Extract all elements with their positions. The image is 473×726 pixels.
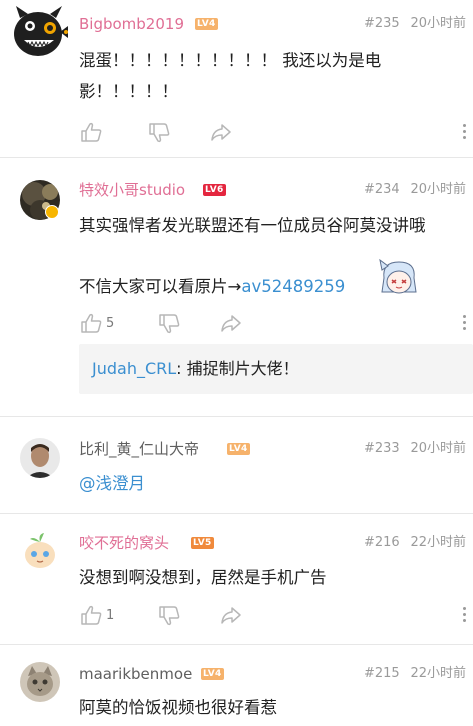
level-badge: LV4: [201, 668, 224, 680]
dislike-icon[interactable]: [158, 606, 180, 626]
mention-link[interactable]: @浅澄月: [79, 474, 145, 493]
timestamp: 20小时前: [410, 441, 466, 456]
like-icon[interactable]: [80, 313, 102, 333]
level-badge: LV6: [203, 184, 226, 196]
sticker-emoji: [378, 256, 420, 298]
timestamp: 22小时前: [410, 666, 466, 681]
reply-text: : 捕捉制片大佬！: [176, 359, 299, 378]
username[interactable]: 比利_黄_仁山大帝: [79, 439, 199, 459]
avatar[interactable]: [10, 4, 70, 60]
floor-number: #215: [364, 666, 400, 681]
comment-item: 特效小哥studio LV6 #234 20小时前 其实强悍者发光联盟还有一位成…: [0, 158, 473, 416]
level-badge: LV4: [195, 18, 218, 30]
reply-preview[interactable]: Judah_CRL: 捕捉制片大佬！: [79, 344, 473, 394]
comment-text: 阿莫的恰饭视频也很好看惹: [79, 698, 277, 717]
share-icon[interactable]: [220, 313, 242, 333]
floor-number: #216: [364, 535, 400, 550]
video-link[interactable]: av52489259: [241, 277, 345, 296]
timestamp: 20小时前: [410, 16, 466, 31]
comment-item: 比利_黄_仁山大帝 LV4 #233 20小时前 @浅澄月: [0, 417, 473, 513]
comment-text: 其实强悍者发光联盟还有一位成员谷阿莫没讲哦: [79, 216, 426, 235]
avatar[interactable]: [20, 438, 60, 478]
floor-number: #233: [364, 441, 400, 456]
comment-item: Bigbomb2019 LV4 #235 20小时前 混蛋！！！！！！！！！！ …: [0, 0, 473, 157]
username[interactable]: Bigbomb2019: [79, 14, 184, 34]
like-icon[interactable]: [80, 122, 102, 142]
comment-text-segment: 不信大家可以看原片→: [79, 277, 242, 296]
dislike-icon[interactable]: [148, 123, 170, 143]
more-vertical-icon[interactable]: [462, 607, 466, 625]
floor-number: #235: [364, 16, 400, 31]
reply-username[interactable]: Judah_CRL: [92, 359, 176, 378]
comment-text: 没想到啊没想到，居然是手机广告: [79, 568, 327, 587]
timestamp: 20小时前: [410, 182, 466, 197]
comment-text: @浅澄月: [79, 468, 443, 499]
comment-item: maarikbenmoe LV4 #215 22小时前 阿莫的恰饭视频也很好看惹: [0, 645, 473, 726]
more-vertical-icon[interactable]: [462, 124, 466, 142]
more-vertical-icon[interactable]: [462, 315, 466, 333]
avatar[interactable]: [20, 531, 60, 571]
avatar[interactable]: [20, 662, 60, 702]
share-icon[interactable]: [210, 122, 232, 142]
like-icon[interactable]: [80, 605, 102, 625]
share-icon[interactable]: [220, 605, 242, 625]
verified-badge-icon: [45, 205, 59, 219]
timestamp: 22小时前: [410, 535, 466, 550]
dislike-icon[interactable]: [158, 314, 180, 334]
comment-item: 咬不死的窝头 LV5 #216 22小时前 没想到啊没想到，居然是手机广告 1: [0, 514, 473, 644]
level-badge: LV4: [227, 443, 250, 455]
like-count: 5: [106, 316, 115, 331]
floor-number: #234: [364, 182, 400, 197]
comment-text: 混蛋！！！！！！！！！！ 我还以为是电影！！！！！: [79, 51, 382, 101]
like-count: 1: [106, 608, 115, 623]
username[interactable]: 咬不死的窝头: [79, 533, 169, 553]
username[interactable]: maarikbenmoe: [79, 664, 192, 684]
level-badge: LV5: [191, 537, 214, 549]
username[interactable]: 特效小哥studio: [79, 180, 185, 200]
